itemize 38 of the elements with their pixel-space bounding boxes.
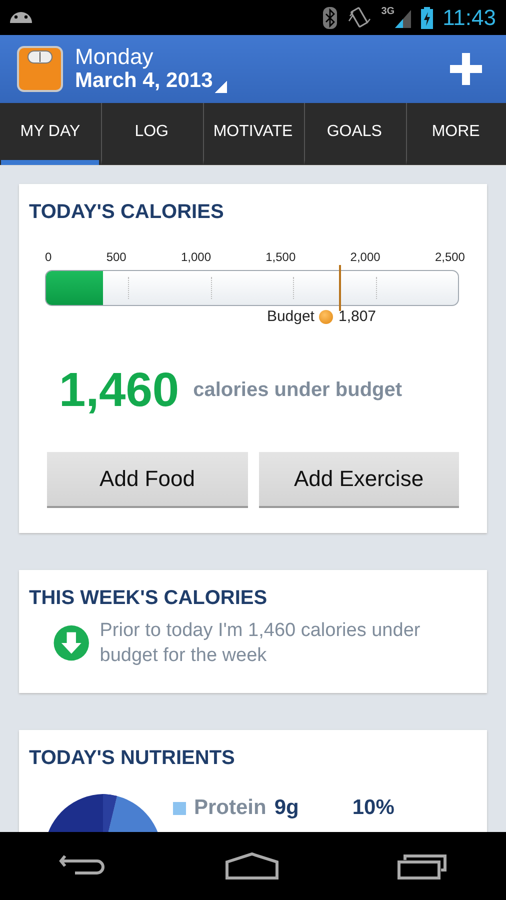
- signal-icon: [394, 8, 411, 28]
- vibrate-icon: [347, 6, 372, 28]
- scale-label: 500: [106, 250, 126, 264]
- home-icon[interactable]: [225, 852, 279, 880]
- scale-label: 2,000: [350, 250, 380, 264]
- card-title: TODAY'S CALORIES: [29, 200, 225, 224]
- network-type: 3G: [381, 6, 395, 17]
- nutrient-name: Protein: [194, 796, 266, 820]
- scale-label: 1,500: [266, 250, 296, 264]
- nutrient-percent: 10%: [352, 796, 394, 820]
- date-selector[interactable]: March 4, 2013: [75, 69, 227, 93]
- android-icon: [10, 12, 32, 23]
- budget-label: Budget: [266, 308, 314, 325]
- scale-label: 2,500: [434, 250, 465, 264]
- recent-apps-icon[interactable]: [397, 852, 447, 880]
- scale-label: 0: [45, 250, 52, 264]
- action-button[interactable]: Add Food: [47, 452, 248, 508]
- battery-icon: [420, 6, 433, 28]
- week-message: Prior to today I'm 1,460 calories under budget for the week: [100, 619, 422, 668]
- action-button[interactable]: Add Exercise: [258, 452, 459, 508]
- scale-icon[interactable]: [17, 46, 63, 92]
- tab[interactable]: MOTIVATE: [202, 103, 302, 165]
- nutrient-amount: 9g: [274, 796, 300, 820]
- add-icon[interactable]: [450, 53, 482, 85]
- budget-marker-icon: [319, 310, 334, 324]
- remaining-label: calories under budget: [193, 379, 402, 402]
- tab[interactable]: LOG: [101, 103, 201, 165]
- day-label: Monday: [75, 45, 154, 69]
- tab[interactable]: MY DAY: [1, 103, 100, 165]
- clock: 11:43: [442, 4, 496, 30]
- scale-label: 1,000: [180, 250, 211, 264]
- remaining-calories: 1,460: [59, 363, 180, 418]
- budget-value: 1,807: [338, 308, 376, 325]
- bluetooth-icon: [323, 6, 338, 28]
- tab[interactable]: GOALS: [304, 103, 404, 165]
- tab[interactable]: MORE: [406, 103, 506, 165]
- card-title: THIS WEEK'S CALORIES: [29, 586, 268, 610]
- card-title: TODAY'S NUTRIENTS: [29, 746, 236, 770]
